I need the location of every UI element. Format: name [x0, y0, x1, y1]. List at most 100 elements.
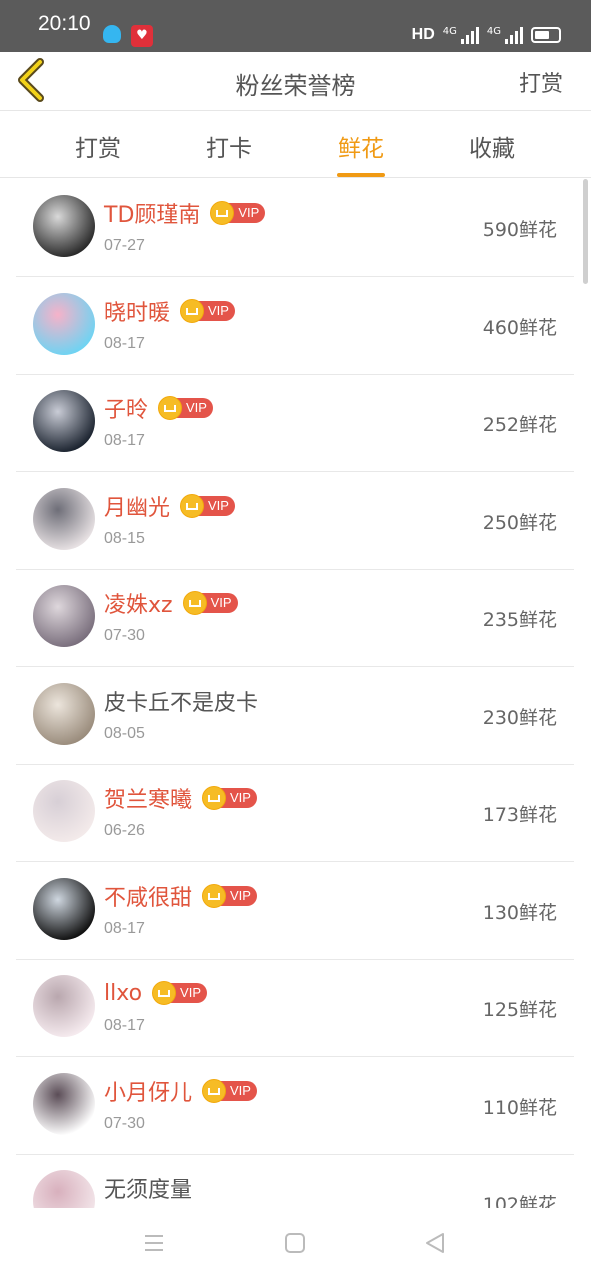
- page-title: 粉丝荣誉榜: [235, 72, 356, 100]
- list-item[interactable]: TD顾瑾南 VIP 07-27 590鲜花: [16, 179, 574, 277]
- avatar[interactable]: [33, 1072, 95, 1135]
- flower-count: 130鲜花: [482, 901, 557, 924]
- avatar[interactable]: [33, 780, 95, 842]
- tab-favorites[interactable]: 收藏: [452, 129, 532, 163]
- avatar[interactable]: [33, 390, 95, 452]
- reward-button[interactable]: 打赏: [519, 66, 563, 98]
- header-bar: 粉丝荣誉榜 打赏: [0, 52, 591, 111]
- app-notification-icon: ♥: [131, 25, 153, 47]
- list-item[interactable]: llxo VIP 08-17 125鲜花: [16, 959, 574, 1057]
- tab-reward[interactable]: 打赏: [58, 129, 138, 163]
- crown-icon: [202, 883, 227, 908]
- fan-name[interactable]: 贺兰寒曦: [104, 782, 192, 814]
- tab-flowers[interactable]: 鲜花: [321, 129, 401, 177]
- fan-name[interactable]: 无须度量: [104, 1172, 192, 1204]
- status-time: 20:10: [38, 12, 91, 35]
- vip-badge: VIP: [180, 493, 235, 518]
- crown-icon: [202, 1078, 227, 1103]
- fan-date: 08-15: [104, 529, 145, 547]
- fan-name[interactable]: 凌姝xz: [104, 587, 173, 619]
- avatar[interactable]: [33, 975, 95, 1037]
- flower-count: 250鲜花: [482, 511, 557, 534]
- avatar[interactable]: [33, 292, 95, 355]
- fan-date: 07-27: [104, 237, 145, 254]
- fan-name[interactable]: 皮卡丘不是皮卡: [104, 685, 258, 717]
- list-item[interactable]: 皮卡丘不是皮卡 08-05 230鲜花: [16, 667, 574, 765]
- menu-icon[interactable]: [143, 1232, 165, 1254]
- fan-date: 08-17: [104, 334, 145, 352]
- vip-badge: VIP: [210, 201, 266, 225]
- fan-name[interactable]: 子昤: [104, 392, 148, 424]
- vip-badge: VIP: [202, 883, 257, 908]
- name-line: 月幽光 VIP: [104, 491, 235, 521]
- list-item[interactable]: 不咸很甜 VIP 08-17 130鲜花: [16, 862, 574, 960]
- avatar[interactable]: [33, 195, 95, 257]
- fan-ranking-list[interactable]: TD顾瑾南 VIP 07-27 590鲜花晓时暖 VIP 08-17 460鲜花子昤 VIP 0…: [0, 179, 591, 1208]
- flower-count: 173鲜花: [482, 804, 557, 826]
- fan-name[interactable]: TD顾瑾南: [104, 197, 200, 229]
- list-item[interactable]: 子昤 VIP 08-17 252鲜花: [16, 374, 574, 472]
- avatar[interactable]: [33, 682, 95, 745]
- crown-icon: [158, 396, 183, 420]
- name-line: 晓时暖 VIP: [104, 296, 235, 326]
- avatar[interactable]: [33, 585, 95, 647]
- fan-date: 08-17: [104, 919, 145, 937]
- tab-bar: 打赏 打卡 鲜花 收藏: [0, 111, 591, 178]
- fan-name[interactable]: 晓时暖: [104, 295, 170, 327]
- home-square-icon[interactable]: [284, 1232, 306, 1254]
- flower-count: 590鲜花: [482, 219, 557, 241]
- name-line: 子昤 VIP: [104, 393, 213, 423]
- vip-badge: VIP: [180, 298, 235, 323]
- vip-badge: VIP: [202, 786, 257, 810]
- fan-name[interactable]: 小月伢儿: [104, 1075, 192, 1107]
- list-item[interactable]: 晓时暖 VIP 08-17 460鲜花: [16, 277, 574, 375]
- flower-count: 460鲜花: [482, 316, 557, 339]
- avatar[interactable]: [33, 1170, 95, 1208]
- name-line: 贺兰寒曦 VIP: [104, 783, 257, 813]
- fan-date: 08-17: [104, 1017, 145, 1034]
- fan-date: 08-05: [104, 724, 145, 742]
- flower-count: 252鲜花: [482, 414, 557, 436]
- list-item[interactable]: 无须度量 102鲜花: [16, 1154, 574, 1208]
- tab-checkin[interactable]: 打卡: [189, 129, 269, 163]
- avatar[interactable]: [33, 487, 95, 550]
- signal-icon-2: 4G: [487, 26, 523, 44]
- name-line: TD顾瑾南 VIP: [104, 197, 266, 229]
- list-item[interactable]: 凌姝xz VIP 07-30 235鲜花: [16, 569, 574, 667]
- fan-date: 07-30: [104, 1114, 145, 1132]
- flower-count: 110鲜花: [482, 1096, 557, 1119]
- crown-icon: [152, 981, 177, 1005]
- fan-name[interactable]: llxo: [104, 981, 142, 1006]
- back-triangle-icon[interactable]: [424, 1232, 446, 1254]
- scrollbar[interactable]: [583, 179, 588, 284]
- status-bar: 20:10 ♥ HD 4G 4G: [0, 0, 591, 52]
- crown-icon: [180, 493, 205, 518]
- vip-badge: VIP: [182, 591, 238, 615]
- status-indicators: HD 4G 4G: [412, 26, 561, 44]
- qq-app-icon: [103, 25, 121, 43]
- hd-indicator: HD: [411, 26, 435, 43]
- vip-badge: VIP: [152, 981, 207, 1005]
- vip-badge: VIP: [202, 1078, 257, 1103]
- list-item[interactable]: 小月伢儿 VIP 07-30 110鲜花: [16, 1057, 574, 1155]
- fan-name[interactable]: 不咸很甜: [104, 880, 192, 912]
- flower-count: 235鲜花: [482, 609, 557, 631]
- vip-badge: VIP: [158, 396, 213, 420]
- list-item[interactable]: 贺兰寒曦 VIP 06-26 173鲜花: [16, 764, 574, 862]
- list-item[interactable]: 月幽光 VIP 08-15 250鲜花: [16, 472, 574, 570]
- name-line: 凌姝xz VIP: [104, 588, 238, 618]
- avatar[interactable]: [33, 877, 95, 940]
- flower-count: 125鲜花: [482, 999, 557, 1021]
- signal-icon-1: 4G: [443, 26, 479, 44]
- fan-date: 06-26: [104, 822, 145, 839]
- battery-icon: [531, 27, 561, 43]
- flower-count: 230鲜花: [482, 706, 557, 729]
- name-line: 皮卡丘不是皮卡: [104, 686, 258, 716]
- crown-icon: [180, 298, 205, 323]
- name-line: llxo VIP: [104, 978, 207, 1008]
- fan-name[interactable]: 月幽光: [104, 490, 170, 522]
- name-line: 小月伢儿 VIP: [104, 1076, 257, 1106]
- name-line: 不咸很甜 VIP: [104, 881, 257, 911]
- fan-date: 08-17: [104, 432, 145, 449]
- crown-icon: [202, 786, 227, 810]
